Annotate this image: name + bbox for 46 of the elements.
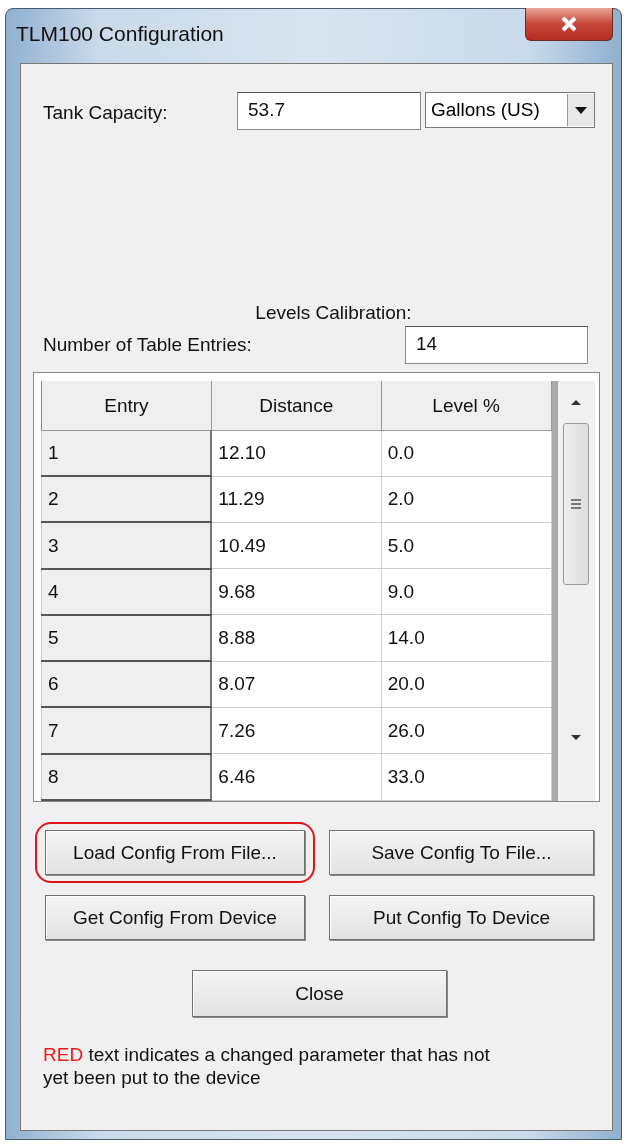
close-icon — [560, 16, 578, 32]
row-header: 5 — [41, 615, 212, 662]
input-field[interactable]: 53.7 — [237, 92, 421, 130]
column-header: Entry — [41, 381, 212, 431]
field-label: Number of Table Entries: — [43, 334, 252, 356]
row-header: 1 — [41, 430, 212, 477]
section-heading: Levels Calibration: — [255, 302, 412, 324]
row-header: 3 — [41, 522, 212, 569]
row-header: 6 — [41, 661, 212, 708]
dialog-button[interactable]: Save Config To File... — [329, 830, 594, 875]
dialog-button[interactable]: Put Config To Device — [329, 895, 594, 940]
dialog-button[interactable]: Get Config From Device — [45, 895, 305, 940]
table-cell: 26.0 — [381, 707, 552, 754]
column-header: Level % — [381, 381, 552, 431]
row-header: 7 — [41, 707, 212, 754]
close-button[interactable] — [525, 8, 613, 41]
table-cell: 0.0 — [381, 430, 552, 477]
table-cell: 5.0 — [381, 522, 552, 569]
table-cell: 2.0 — [381, 476, 552, 523]
table-cell: 6.46 — [211, 753, 382, 800]
dialog-button[interactable]: Close — [192, 970, 447, 1017]
scroll-thumb[interactable] — [563, 423, 590, 585]
table-cell: 10.49 — [211, 522, 382, 569]
table-cell: 9.68 — [211, 568, 382, 615]
column-header: Distance — [211, 381, 382, 431]
table-cell: 9.0 — [381, 568, 552, 615]
table-cell: 14.0 — [381, 615, 552, 662]
row-header: 8 — [41, 753, 212, 800]
dialog-button[interactable]: Load Config From File... — [45, 830, 305, 875]
scrollbar[interactable] — [551, 381, 595, 801]
field-label: Tank Capacity: — [43, 102, 169, 124]
window-title: TLM100 Configuration — [16, 22, 224, 46]
input-field[interactable]: 14 — [405, 326, 588, 364]
table-cell: 33.0 — [381, 753, 552, 800]
row-header: 4 — [41, 568, 212, 615]
table-cell: 20.0 — [381, 661, 552, 708]
unit-dropdown[interactable]: Gallons (US) — [425, 92, 595, 128]
dropdown-arrow-icon — [575, 106, 587, 114]
table-cell: 8.88 — [211, 615, 382, 662]
table-cell: 12.10 — [211, 430, 382, 477]
table-cell: 11.29 — [211, 476, 382, 523]
table-cell: 7.26 — [211, 707, 382, 754]
row-header: 2 — [41, 476, 212, 523]
grip-icon — [570, 499, 583, 509]
table-cell: 8.07 — [211, 661, 382, 708]
info-text: RED text indicates a changed parameter that has not yet been put to the device — [43, 1043, 491, 1089]
